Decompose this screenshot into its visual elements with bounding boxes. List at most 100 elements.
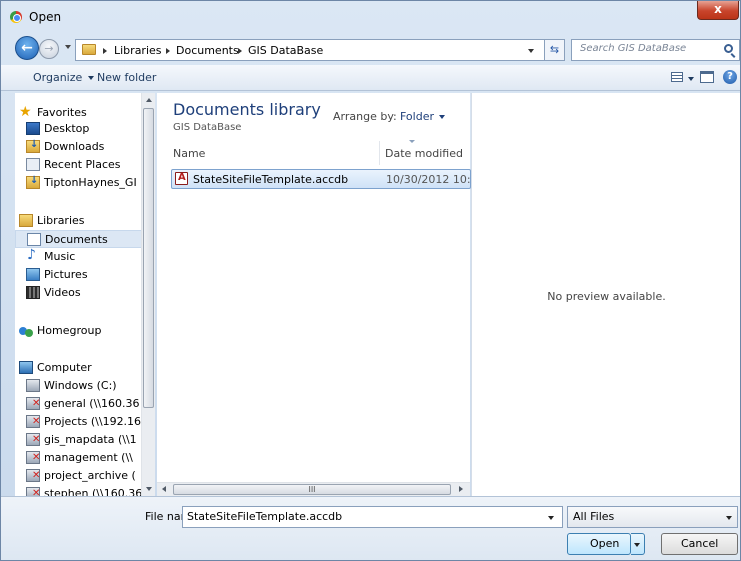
nav-pictures[interactable]: Pictures [15, 266, 153, 284]
nav-desktop[interactable]: Desktop [15, 120, 153, 138]
nav-stephen[interactable]: stephen (\\160.36 [15, 485, 153, 496]
nav-general[interactable]: general (\\160.36 [15, 395, 153, 413]
nav-management[interactable]: management (\\ [15, 449, 153, 467]
disconnected-drive-icon [26, 415, 40, 428]
view-icon[interactable] [671, 72, 683, 82]
documents-icon [27, 233, 41, 246]
breadcrumb-documents[interactable]: Documents [176, 44, 239, 57]
star-icon: ★ [19, 104, 32, 120]
nav-computer[interactable]: Computer [15, 359, 153, 377]
disconnected-drive-icon [26, 487, 40, 496]
nav-gis-mapdata[interactable]: gis_mapdata (\\1 [15, 431, 153, 449]
folder-icon [26, 175, 40, 189]
nav-homegroup[interactable]: Homegroup [15, 322, 153, 340]
new-folder-button[interactable]: New folder [97, 71, 156, 84]
videos-icon [26, 286, 40, 299]
chevron-down-icon [726, 516, 732, 520]
computer-icon [19, 361, 33, 374]
view-dropdown-icon[interactable] [688, 77, 694, 81]
nav-label: gis_mapdata (\\1 [44, 433, 137, 446]
scroll-right-icon[interactable] [459, 486, 463, 492]
open-options-dropdown[interactable] [631, 533, 645, 555]
search-icon[interactable] [724, 44, 733, 53]
nav-projects[interactable]: Projects (\\192.16 [15, 413, 153, 431]
nav-downloads[interactable]: Downloads [15, 138, 153, 156]
file-type-select[interactable]: All Files [567, 506, 738, 528]
forward-button[interactable]: → [39, 39, 59, 59]
address-dropdown[interactable] [528, 49, 534, 53]
hscroll-thumb[interactable]: III [173, 484, 451, 495]
desktop-icon [26, 122, 40, 135]
nav-label: Favorites [37, 106, 87, 119]
nav-scrollbar[interactable] [141, 93, 155, 496]
nav-recent-places[interactable]: Recent Places [15, 156, 153, 174]
breadcrumb-gis-database[interactable]: GIS DataBase [248, 44, 323, 57]
column-divider[interactable] [379, 141, 380, 165]
breadcrumb-separator-icon[interactable] [166, 48, 170, 54]
nav-label: Videos [44, 286, 81, 299]
nav-label: Pictures [44, 268, 88, 281]
search-box[interactable] [571, 39, 740, 61]
open-button[interactable]: Open [567, 533, 631, 555]
close-button[interactable]: x [697, 1, 739, 20]
bottom-bar: File name: All Files Open Cancel [1, 496, 740, 560]
refresh-button[interactable]: ⇆ [545, 39, 565, 61]
file-name-input[interactable] [187, 510, 537, 523]
nav-project-archive[interactable]: project_archive ( [15, 467, 153, 485]
navigation-pane: ★ Favorites Desktop Downloads Recent Plac… [15, 93, 155, 496]
file-name: StateSiteFileTemplate.accdb [193, 173, 349, 186]
file-row[interactable]: StateSiteFileTemplate.accdb 10/30/2012 1… [171, 169, 499, 189]
scroll-up-icon[interactable] [146, 98, 152, 102]
refresh-icon: ⇆ [549, 43, 560, 56]
search-input[interactable] [580, 43, 720, 54]
nav-music[interactable]: ♪ Music [15, 248, 153, 266]
preview-pane-icon[interactable] [700, 71, 714, 83]
nav-label: Windows (C:) [44, 379, 117, 392]
nav-scroll-thumb[interactable] [143, 108, 154, 408]
forward-arrow-icon: → [44, 42, 54, 55]
library-subtitle: GIS DataBase [173, 122, 242, 133]
file-name-field[interactable] [182, 506, 563, 528]
organize-button[interactable]: Organize [33, 71, 94, 84]
breadcrumb-separator-icon[interactable] [238, 48, 242, 54]
open-button-label: Open [590, 537, 620, 550]
homegroup-icon [19, 324, 35, 337]
arrange-by-label: Arrange by: [333, 110, 397, 123]
nav-documents[interactable]: Documents [15, 230, 153, 248]
file-name-dropdown-icon[interactable] [548, 516, 554, 520]
breadcrumb-libraries[interactable]: Libraries [114, 44, 162, 57]
column-header-name[interactable]: Name [173, 147, 205, 160]
nav-label: project_archive ( [44, 469, 136, 482]
close-icon: x [714, 2, 722, 16]
breadcrumb-separator-icon[interactable] [103, 48, 107, 54]
nav-videos[interactable]: Videos [15, 284, 153, 302]
nav-libraries[interactable]: Libraries [15, 212, 153, 230]
column-header-date-modified[interactable]: Date modified [385, 147, 463, 160]
file-list-hscrollbar[interactable]: III [157, 482, 470, 496]
disconnected-drive-icon [26, 433, 40, 446]
scroll-left-icon[interactable] [162, 486, 166, 492]
nav-label: management (\\ [44, 451, 133, 464]
pictures-icon [26, 268, 40, 281]
chrome-icon [10, 11, 22, 23]
downloads-icon [26, 139, 40, 153]
disconnected-drive-icon [26, 397, 40, 410]
nav-tipton-haynes[interactable]: TiptonHaynes_GI [15, 174, 153, 192]
back-button[interactable]: ← [15, 36, 39, 60]
access-database-icon [175, 172, 188, 185]
address-bar[interactable]: Libraries Documents GIS DataBase [75, 39, 545, 61]
cancel-button[interactable]: Cancel [661, 533, 738, 555]
file-list-pane: Documents library GIS DataBase Arrange b… [157, 93, 499, 486]
nav-windows-c[interactable]: Windows (C:) [15, 377, 153, 395]
nav-label: Music [44, 250, 76, 263]
recent-locations-dropdown[interactable] [65, 45, 71, 49]
window-title: Open [29, 10, 62, 24]
scroll-down-icon[interactable] [146, 487, 152, 491]
nav-label: general (\\160.36 [44, 397, 140, 410]
open-dialog: Open x ← → Libraries Documents GIS DataB… [0, 0, 741, 561]
help-icon[interactable]: ? [723, 70, 737, 84]
arrange-by-dropdown[interactable]: Folder [400, 110, 445, 123]
library-title: Documents library [173, 100, 321, 119]
sort-indicator-icon [409, 140, 415, 143]
nav-label: Libraries [37, 214, 85, 227]
